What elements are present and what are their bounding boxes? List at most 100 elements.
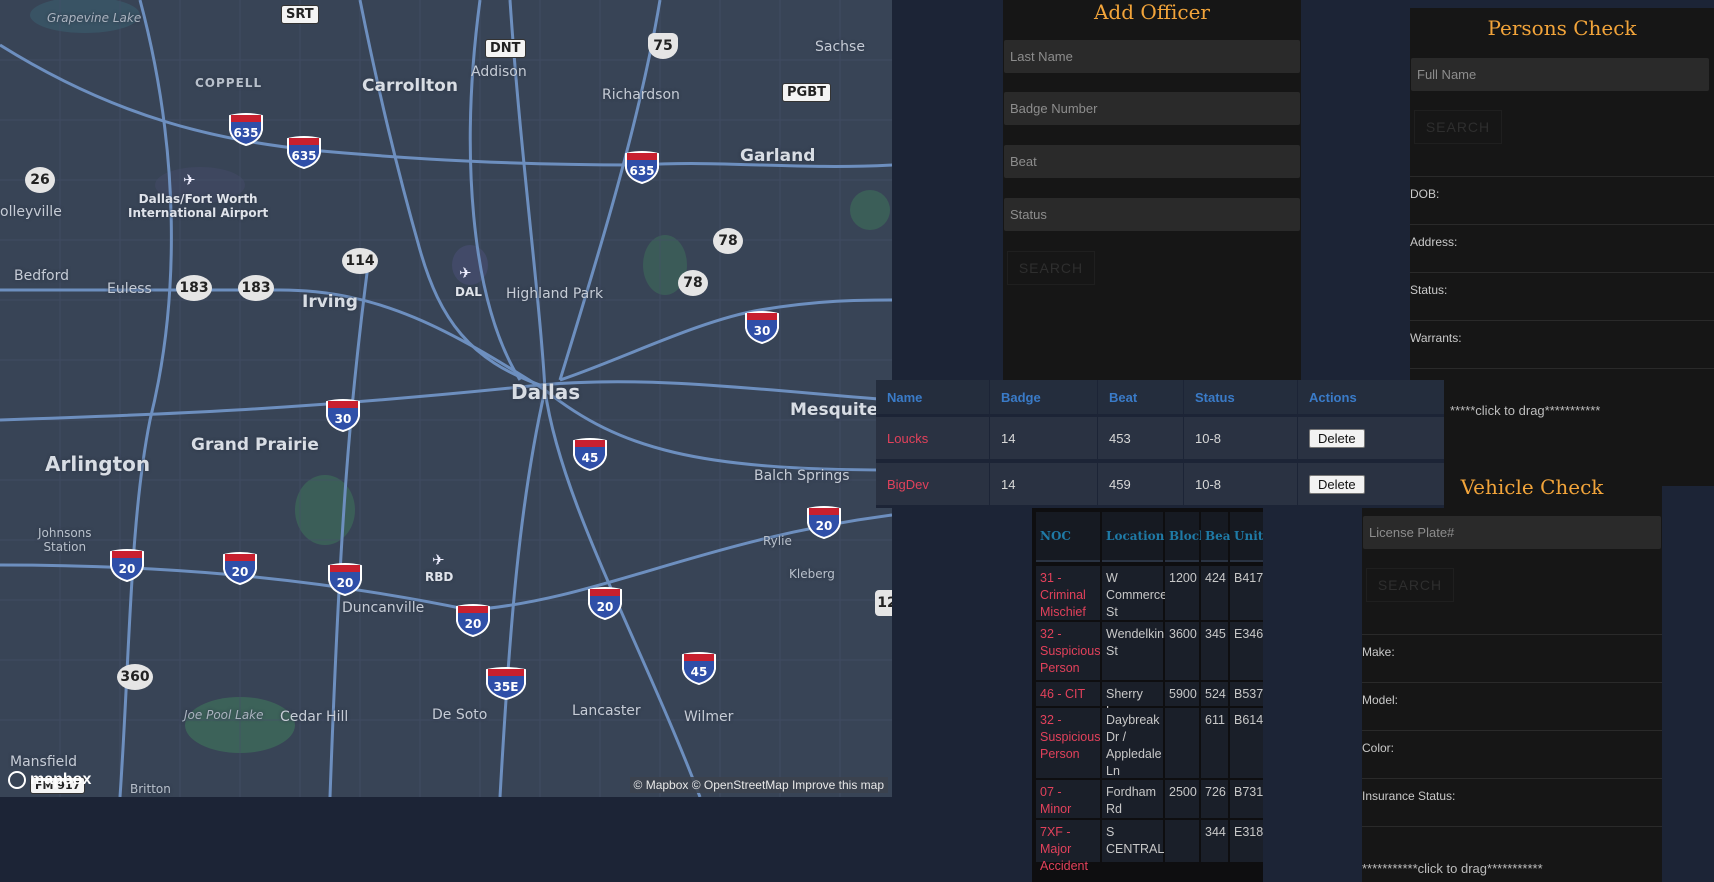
persons-search-button[interactable]: SEARCH bbox=[1414, 110, 1502, 144]
map-label-grand-prairie: Grand Prairie bbox=[191, 435, 319, 455]
calls-header-noc: NOC bbox=[1036, 512, 1100, 562]
interstate-35-shield-icon: 35E bbox=[485, 666, 527, 700]
officer-actions-cell: Delete bbox=[1298, 463, 1444, 505]
add-officer-search-button[interactable]: SEARCH bbox=[1007, 251, 1095, 285]
persons-check-panel: Persons Check Full Name SEARCH DOB: Addr… bbox=[1410, 8, 1714, 486]
map-label-richardson: Richardson bbox=[602, 87, 680, 103]
map-label-grapevine-lake: Grapevine Lake bbox=[47, 11, 142, 25]
svg-text:20: 20 bbox=[119, 562, 136, 576]
hwy-26-icon: 26 bbox=[25, 167, 55, 193]
map-label-dfw-airport: Dallas/Fort Worth International Airport bbox=[128, 192, 269, 220]
mapbox-logo[interactable]: mapbox bbox=[8, 771, 91, 789]
svg-text:45: 45 bbox=[691, 665, 708, 679]
officer-status-cell: 10-8 bbox=[1184, 417, 1297, 459]
vehicle-check-panel: Vehicle Check License Plate# SEARCH Make… bbox=[1362, 467, 1662, 882]
vehicle-search-button[interactable]: SEARCH bbox=[1366, 568, 1454, 602]
last-name-input[interactable]: Last Name bbox=[1004, 40, 1300, 73]
srt-shield-icon: SRT bbox=[281, 5, 319, 24]
model-label: Model: bbox=[1362, 682, 1662, 730]
persons-drag-handle[interactable]: *****click to drag*********** bbox=[1450, 403, 1600, 418]
map-label-duncanville: Duncanville bbox=[342, 600, 425, 616]
insurance-status-label: Insurance Status: bbox=[1362, 778, 1662, 826]
call-block-cell bbox=[1165, 708, 1199, 778]
map-label-britton: Britton bbox=[130, 782, 171, 796]
map-label-rbd: RBD bbox=[425, 570, 454, 584]
calls-header-location: Location bbox=[1102, 512, 1164, 562]
call-location-cell: Fordham Rd bbox=[1102, 780, 1163, 818]
calls-header-beat: Beat bbox=[1201, 512, 1236, 562]
call-location-cell: Sherry Ln bbox=[1102, 682, 1163, 718]
airport-icon: ✈ bbox=[459, 265, 472, 282]
calls-header-block: Block bbox=[1165, 512, 1207, 562]
call-noc-cell: 32 - Suspicious Person bbox=[1036, 622, 1100, 680]
beat-input[interactable]: Beat bbox=[1004, 145, 1300, 178]
map-label-lancaster: Lancaster bbox=[572, 703, 641, 719]
map-label-addison: Addison bbox=[471, 64, 527, 80]
map-label-cedar-hill: Cedar Hill bbox=[280, 709, 349, 725]
call-noc-cell: 32 - Suspicious Person bbox=[1036, 708, 1100, 778]
officers-header-status: Status bbox=[1184, 380, 1297, 414]
status-label: Status: bbox=[1410, 272, 1714, 320]
add-officer-panel: Add Officer Last Name Badge Number Beat … bbox=[1003, 0, 1301, 397]
full-name-input[interactable]: Full Name bbox=[1411, 58, 1709, 91]
status-input[interactable]: Status bbox=[1004, 198, 1300, 231]
hwy-12-icon: 12 bbox=[875, 590, 892, 616]
svg-text:635: 635 bbox=[629, 164, 654, 178]
officer-badge-cell: 14 bbox=[990, 417, 1097, 459]
interstate-635-shield-icon: 635 bbox=[624, 150, 660, 184]
call-unit-cell: E318 bbox=[1230, 820, 1263, 862]
officer-name-cell: BigDev bbox=[876, 463, 989, 505]
svg-text:20: 20 bbox=[816, 519, 833, 533]
add-officer-title: Add Officer bbox=[1093, 0, 1210, 24]
map-label-bedford: Bedford bbox=[14, 268, 69, 284]
officer-name-cell: Loucks bbox=[876, 417, 989, 459]
officer-beat-cell: 459 bbox=[1098, 463, 1183, 505]
call-noc-cell: 46 - CIT bbox=[1036, 682, 1100, 706]
us-75-icon: 75 bbox=[648, 33, 678, 59]
map-label-wilmer: Wilmer bbox=[684, 709, 734, 725]
interstate-20-shield-icon: 20 bbox=[806, 505, 842, 539]
hwy-114-icon: 114 bbox=[342, 248, 378, 274]
map[interactable]: Grapevine Lake COPPELL Carrollton Addiso… bbox=[0, 0, 892, 797]
map-attribution[interactable]: © Mapbox © OpenStreetMap Improve this ma… bbox=[629, 777, 888, 793]
interstate-20-shield-icon: 20 bbox=[587, 586, 623, 620]
svg-text:635: 635 bbox=[233, 126, 258, 140]
call-block-cell: 5900 bbox=[1165, 682, 1199, 706]
call-noc-cell: 31 - Criminal Mischief bbox=[1036, 566, 1100, 620]
vehicle-drag-handle[interactable]: ***********click to drag*********** bbox=[1362, 861, 1543, 876]
delete-officer-button[interactable]: Delete bbox=[1309, 474, 1365, 494]
call-block-cell bbox=[1165, 820, 1199, 862]
officer-beat-cell: 453 bbox=[1098, 417, 1183, 459]
call-noc-cell: 7XF - Major Accident bbox=[1036, 820, 1100, 873]
call-unit-cell: B417 bbox=[1230, 566, 1263, 620]
map-label-de-soto: De Soto bbox=[432, 707, 488, 723]
calls-header-unit: Unit bbox=[1230, 512, 1263, 562]
hwy-360-icon: 360 bbox=[117, 664, 153, 690]
interstate-635-shield-icon: 635 bbox=[228, 112, 264, 146]
map-label-sachse: Sachse bbox=[815, 39, 865, 55]
map-label-euless: Euless bbox=[107, 281, 152, 297]
hwy-78-icon: 78 bbox=[678, 270, 708, 296]
svg-text:20: 20 bbox=[465, 617, 482, 631]
delete-officer-button[interactable]: Delete bbox=[1309, 428, 1365, 448]
svg-text:20: 20 bbox=[597, 600, 614, 614]
badge-number-input[interactable]: Badge Number bbox=[1004, 92, 1300, 125]
interstate-20-shield-icon: 20 bbox=[109, 548, 145, 582]
interstate-45-shield-icon: 45 bbox=[681, 651, 717, 685]
call-beat-cell: 524 bbox=[1201, 682, 1228, 706]
interstate-20-shield-icon: 20 bbox=[455, 603, 491, 637]
map-label-johnsons-station: Johnsons Station bbox=[38, 526, 92, 554]
officer-badge-cell: 14 bbox=[990, 463, 1097, 505]
call-unit-cell: B537 bbox=[1230, 682, 1263, 706]
svg-text:35E: 35E bbox=[494, 680, 519, 694]
license-plate-input[interactable]: License Plate# bbox=[1363, 516, 1661, 549]
map-label-arlington: Arlington bbox=[45, 452, 151, 476]
call-block-cell: 1200 bbox=[1165, 566, 1199, 620]
call-block-cell: 2500 bbox=[1165, 780, 1199, 818]
svg-text:30: 30 bbox=[754, 324, 771, 338]
calls-table: NOC Location Block Beat Unit 31 - Crimin… bbox=[1032, 508, 1263, 882]
map-label-kleberg: Kleberg bbox=[789, 567, 835, 581]
map-label-carrollton: Carrollton bbox=[362, 76, 458, 96]
dnt-shield-icon: DNT bbox=[485, 39, 526, 58]
hwy-78-icon: 78 bbox=[713, 228, 743, 254]
